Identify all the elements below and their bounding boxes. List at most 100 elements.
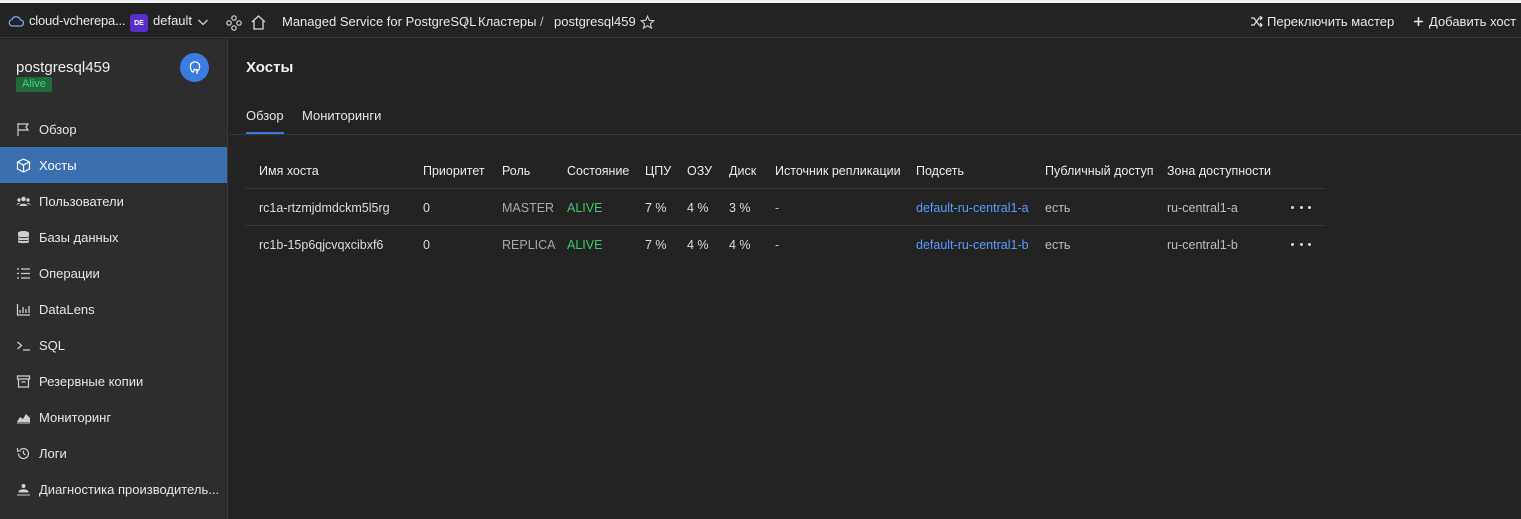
home-icon[interactable] xyxy=(250,14,267,31)
sidebar-item-users[interactable]: Пользователи xyxy=(0,183,227,219)
sidebar-item-label: Обзор xyxy=(39,121,77,137)
host-ram: 4 % xyxy=(687,238,709,252)
top-bar: cloud-vcherepa... DE default Managed Ser… xyxy=(0,3,1521,38)
sidebar-item-label: Резервные копии xyxy=(39,373,144,389)
breadcrumb-clusters[interactable]: Кластеры xyxy=(478,14,537,29)
cluster-name: postgresql459 xyxy=(16,59,111,76)
host-disk: 3 % xyxy=(729,201,751,215)
list-icon xyxy=(16,266,31,281)
sidebar-item-datalens[interactable]: DataLens xyxy=(0,291,227,327)
host-name: rc1a-rtzmjdmdckm5l5rg xyxy=(259,201,390,215)
cloud-icon[interactable] xyxy=(8,15,24,27)
sidebar-item-label: DataLens xyxy=(39,301,95,317)
host-priority: 0 xyxy=(423,238,430,252)
host-zone: ru-central1-a xyxy=(1167,201,1238,215)
sidebar-item-label: Базы данных xyxy=(39,229,119,245)
plus-icon xyxy=(1414,17,1423,26)
host-priority: 0 xyxy=(423,201,430,215)
more-actions-icon[interactable] xyxy=(1291,200,1311,214)
sidebar-item-label: Мониторинг xyxy=(39,409,112,425)
sidebar-item-label: Операции xyxy=(39,265,100,281)
page-title: Хосты xyxy=(246,59,294,76)
host-replication-source: - xyxy=(775,238,780,252)
host-cpu: 7 % xyxy=(645,201,667,215)
area-chart-icon xyxy=(16,410,31,425)
chevron-down-icon[interactable] xyxy=(197,17,209,27)
breadcrumb-cluster[interactable]: postgresql459 xyxy=(554,14,636,29)
column-header[interactable]: Имя хоста xyxy=(259,164,319,178)
terminal-icon xyxy=(16,338,31,353)
sidebar-item-monitoring[interactable]: Мониторинг xyxy=(0,399,227,435)
host-state: ALIVE xyxy=(567,201,603,215)
column-header[interactable]: ЦПУ xyxy=(645,164,671,178)
host-role: MASTER xyxy=(502,201,555,215)
sidebar-item-logs[interactable]: Логи xyxy=(0,435,227,471)
sidebar-item-label: SQL xyxy=(39,337,66,353)
host-subnet-link[interactable]: default-ru-central1-a xyxy=(916,201,1029,215)
sidebar-item-backups[interactable]: Резервные копии xyxy=(0,363,227,399)
folder-badge: DE xyxy=(130,14,148,32)
sidebar-item-diagnostics[interactable]: Диагностика производитель... xyxy=(0,471,227,507)
host-disk: 4 % xyxy=(729,238,751,252)
breadcrumb-separator: / xyxy=(464,14,468,29)
column-header[interactable]: Зона доступности xyxy=(1167,164,1271,178)
sidebar-nav: Обзор Хосты Пользователи Базы данных Опе… xyxy=(0,111,227,507)
tab-overview[interactable]: Обзор xyxy=(246,108,284,134)
services-icon[interactable] xyxy=(226,15,242,31)
column-header[interactable]: Диск xyxy=(729,164,756,178)
column-header[interactable]: Приоритет xyxy=(423,164,485,178)
table-row[interactable]: rc1b-15p6qjcvqxcibxf6 0 REPLICA ALIVE 7 … xyxy=(246,226,1325,263)
host-replication-source: - xyxy=(775,201,780,215)
sidebar-item-sql[interactable]: SQL xyxy=(0,327,227,363)
sidebar-item-hosts[interactable]: Хосты xyxy=(0,147,227,183)
column-header[interactable]: Роль xyxy=(502,164,530,178)
archive-icon xyxy=(16,374,31,389)
column-header[interactable]: Источник репликации xyxy=(775,164,901,178)
host-state: ALIVE xyxy=(567,238,603,252)
users-icon xyxy=(16,194,31,209)
sidebar-item-operations[interactable]: Операции xyxy=(0,255,227,291)
switch-master-label: Переключить мастер xyxy=(1267,14,1395,29)
shuffle-icon xyxy=(1251,15,1263,28)
host-ram: 4 % xyxy=(687,201,709,215)
sidebar-item-label: Диагностика производитель... xyxy=(39,481,220,497)
host-public-access: есть xyxy=(1045,201,1071,215)
breadcrumb-separator: / xyxy=(540,14,544,29)
switch-master-button[interactable]: Переключить мастер xyxy=(1250,14,1394,29)
sidebar-item-label: Логи xyxy=(39,445,67,461)
database-icon xyxy=(16,230,31,245)
chart-icon xyxy=(16,302,31,317)
sidebar-item-overview[interactable]: Обзор xyxy=(0,111,227,147)
main-content: Хосты Обзор Мониторинги Имя хоста Приори… xyxy=(229,39,1521,519)
table-header: Имя хоста Приоритет Роль Состояние ЦПУ О… xyxy=(246,152,1325,189)
postgresql-logo-icon xyxy=(180,53,209,82)
column-header[interactable]: Состояние xyxy=(567,164,629,178)
host-cpu: 7 % xyxy=(645,238,667,252)
host-name: rc1b-15p6qjcvqxcibxf6 xyxy=(259,238,384,252)
hosts-table: Имя хоста Приоритет Роль Состояние ЦПУ О… xyxy=(246,152,1325,263)
folder-selector[interactable]: default xyxy=(153,13,192,28)
column-header[interactable]: Публичный доступ xyxy=(1045,164,1153,178)
sidebar-item-label: Пользователи xyxy=(39,193,124,209)
column-header[interactable]: ОЗУ xyxy=(687,164,712,178)
sidebar-item-label: Хосты xyxy=(39,157,77,173)
column-header[interactable]: Подсеть xyxy=(916,164,964,178)
add-host-label: Добавить хост xyxy=(1429,14,1517,29)
flag-icon xyxy=(16,122,31,137)
status-badge: Alive xyxy=(16,77,52,92)
add-host-button[interactable]: Добавить хост xyxy=(1412,14,1516,29)
history-icon xyxy=(16,446,31,461)
host-zone: ru-central1-b xyxy=(1167,238,1238,252)
sidebar: postgresql459 Alive Обзор Хосты Пользова… xyxy=(0,39,228,519)
host-public-access: есть xyxy=(1045,238,1071,252)
more-actions-icon[interactable] xyxy=(1291,237,1311,251)
sidebar-item-databases[interactable]: Базы данных xyxy=(0,219,227,255)
table-row[interactable]: rc1a-rtzmjdmdckm5l5rg 0 MASTER ALIVE 7 %… xyxy=(246,189,1325,226)
breadcrumb-service[interactable]: Managed Service for PostgreSQL xyxy=(282,14,476,29)
star-icon[interactable] xyxy=(640,15,655,30)
tab-monitoring[interactable]: Мониторинги xyxy=(302,108,381,132)
cloud-selector[interactable]: cloud-vcherepa... xyxy=(29,13,126,28)
tabs: Обзор Мониторинги xyxy=(229,105,1521,135)
host-subnet-link[interactable]: default-ru-central1-b xyxy=(916,238,1029,252)
cube-icon xyxy=(16,157,31,173)
